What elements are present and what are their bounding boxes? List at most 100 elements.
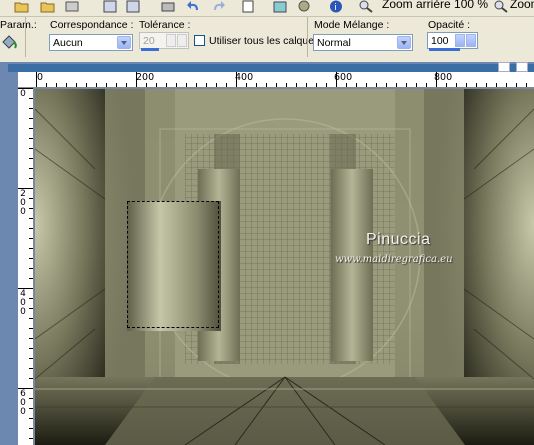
open-folder-icon-2[interactable]: [40, 0, 56, 13]
save-icon[interactable]: [102, 0, 118, 13]
spin-arrows-icon[interactable]: [455, 34, 465, 47]
zoom-out-button[interactable]: Zoom arrière 100 %: [382, 0, 488, 11]
blend-mode-label: Mode Mélange :: [314, 19, 390, 31]
save-as-icon[interactable]: [125, 0, 141, 13]
opacity-value: 100: [431, 35, 449, 47]
info-icon[interactable]: i: [328, 0, 344, 13]
undo-icon[interactable]: [186, 0, 202, 13]
ruler-tick: [526, 83, 527, 87]
redo-icon[interactable]: [210, 0, 226, 13]
opacity-label: Opacité :: [428, 19, 471, 31]
ruler-label: 200: [136, 72, 155, 83]
selection-marquee[interactable]: [127, 201, 219, 328]
palette-icon[interactable]: [296, 0, 312, 13]
ruler-tick: [186, 83, 187, 87]
ruler-label: 0: [20, 407, 26, 417]
ruler-tick: [29, 98, 33, 99]
fill-tool-icon[interactable]: [0, 32, 18, 50]
spin-arrows-icon[interactable]: [166, 34, 176, 47]
zoom-button[interactable]: Zoom: [510, 0, 534, 11]
ruler-tick: [29, 378, 33, 379]
ruler-tick: [29, 338, 33, 339]
ruler-tick: [346, 83, 347, 87]
ruler-tick: [29, 208, 33, 209]
ruler-tick: [29, 238, 33, 239]
tolerance-slider[interactable]: [141, 48, 159, 51]
ruler-tick: [426, 83, 427, 87]
ruler-tick: [366, 83, 367, 87]
blend-mode-select[interactable]: Normal: [313, 34, 413, 51]
ruler-tick: [466, 83, 467, 87]
ruler-tick: [29, 128, 33, 129]
ruler-tick: [29, 148, 33, 149]
ruler-tick: [29, 168, 33, 169]
ruler-tick: [116, 83, 117, 87]
ruler-label: 0: [20, 89, 26, 99]
chevron-down-icon[interactable]: [397, 36, 411, 49]
ruler-tick: [316, 83, 317, 87]
ruler-tick: [376, 83, 377, 87]
maximize-button[interactable]: [516, 62, 528, 72]
ruler-label: 0: [37, 72, 44, 83]
paste-icon[interactable]: [272, 0, 288, 13]
ruler-tick: [18, 288, 33, 289]
ruler-tick: [216, 83, 217, 87]
tolerance-field[interactable]: 20: [139, 32, 189, 49]
blend-mode-value: Normal: [317, 37, 351, 49]
artwork-image: [35, 89, 534, 445]
vertical-ruler: 0 2 0 0 4 0 0 6 0 0: [18, 88, 34, 445]
ruler-tick: [56, 83, 57, 87]
ruler-tick: [29, 308, 33, 309]
ruler-tick: [276, 83, 277, 87]
ruler-tick: [486, 83, 487, 87]
ruler-tick: [36, 72, 37, 87]
ruler-tick: [29, 278, 33, 279]
ruler-tick: [236, 72, 237, 87]
tool-options-bar: Param.: Correspondance : Aucun Tolérance…: [0, 17, 534, 61]
use-all-layers-checkbox[interactable]: [194, 35, 205, 46]
ruler-tick: [29, 218, 33, 219]
chevron-down-icon[interactable]: [177, 34, 187, 47]
ruler-tick: [296, 83, 297, 87]
ruler-tick: [306, 83, 307, 87]
ruler-tick: [396, 83, 397, 87]
ruler-tick: [456, 83, 457, 87]
browse-icon[interactable]: [64, 0, 80, 13]
match-mode-select[interactable]: Aucun: [49, 34, 133, 51]
ruler-tick: [29, 358, 33, 359]
print-icon[interactable]: [160, 0, 176, 13]
ruler-tick: [29, 138, 33, 139]
opacity-field[interactable]: 100: [427, 32, 478, 49]
open-folder-icon[interactable]: [14, 0, 30, 13]
ruler-tick: [29, 298, 33, 299]
ruler-tick: [196, 83, 197, 87]
tolerance-value: 20: [143, 35, 155, 47]
ruler-tick: [146, 83, 147, 87]
ruler-tick: [386, 83, 387, 87]
zoom-out-icon[interactable]: [358, 0, 374, 13]
ruler-tick: [29, 248, 33, 249]
use-all-layers-label: Utiliser tous les calques: [209, 35, 320, 47]
ruler-label: 0: [20, 207, 26, 217]
ruler-tick: [29, 258, 33, 259]
ruler-tick: [29, 328, 33, 329]
image-canvas[interactable]: [35, 89, 534, 445]
main-toolbar: i Zoom arrière 100 % Zoom: [0, 0, 534, 17]
minimize-button[interactable]: [498, 62, 510, 72]
chevron-down-icon[interactable]: [117, 36, 131, 49]
watermark-url: www.maidiregrafica.eu: [335, 254, 453, 265]
zoom-icon[interactable]: [493, 0, 509, 13]
ruler-tick: [436, 72, 437, 87]
ruler-tick: [256, 83, 257, 87]
ruler-tick: [416, 83, 417, 87]
chevron-down-icon[interactable]: [466, 34, 476, 47]
opacity-slider[interactable]: [429, 48, 460, 51]
copy-icon[interactable]: [240, 0, 256, 13]
ruler-tick: [18, 188, 33, 189]
param-label: Param.:: [0, 19, 37, 31]
ruler-tick: [18, 388, 33, 389]
ruler-tick: [29, 428, 33, 429]
ruler-tick: [176, 83, 177, 87]
ruler-tick: [29, 348, 33, 349]
ruler-tick: [96, 83, 97, 87]
